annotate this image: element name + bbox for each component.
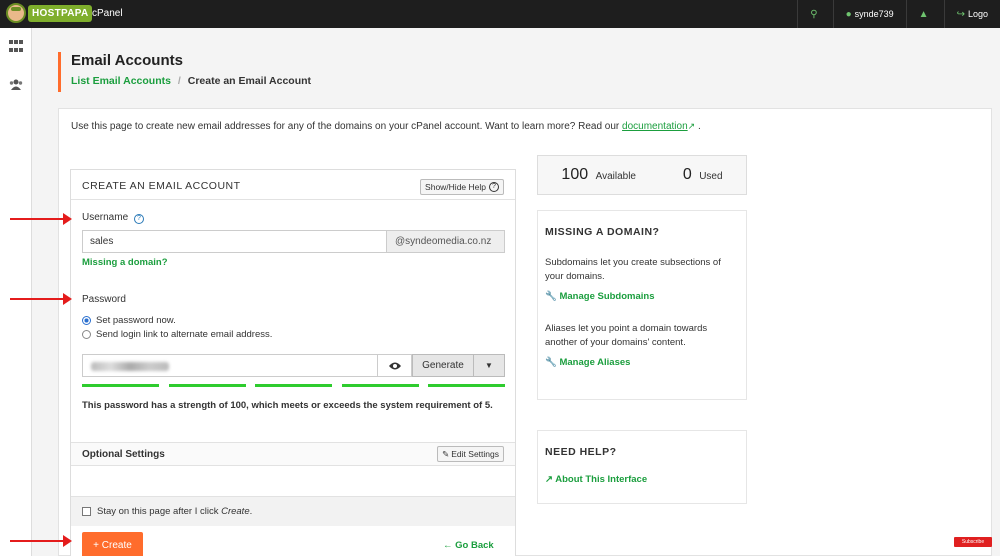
about-this-interface-link[interactable]: ↗ About This Interface [545,474,739,485]
stay-on-page-label: Stay on this page after I click Create. [97,506,253,517]
manage-subdomains-link[interactable]: 🔧 Manage Subdomains [545,291,739,302]
external-link-icon: ↗ [545,474,553,485]
missing-domain-card: MISSING A DOMAIN? Subdomains let you cre… [537,210,747,400]
show-hide-help-button[interactable]: Show/Hide Help ? [420,179,504,195]
mascot-icon [6,3,26,23]
grid-icon[interactable] [9,40,23,54]
missing-domain-title: MISSING A DOMAIN? [545,226,660,238]
subdomains-text: Subdomains let you create subsections of… [545,257,721,282]
need-help-card: NEED HELP? ↗ About This Interface [537,430,747,504]
manage-aliases-link[interactable]: 🔧 Manage Aliases [545,357,739,368]
breadcrumb: List Email Accounts / Create an Email Ac… [71,75,311,87]
notifications-button[interactable]: ▲ [905,0,944,28]
search-icon: ⚲ [810,8,818,20]
annotation-arrow-create [10,535,72,547]
breadcrumb-list-email-accounts[interactable]: List Email Accounts [71,75,171,87]
main-content: Use this page to create new email addres… [58,108,992,556]
strength-segment [255,384,332,387]
arrow-left-icon: ← [443,540,453,551]
username-label: synde739 [854,9,894,19]
breadcrumb-separator: / [177,75,181,87]
optional-settings-title: Optional Settings [82,449,165,460]
logout-label: Logo [967,9,988,19]
breadcrumb-current: Create an Email Account [187,75,312,87]
password-label: Password [82,294,126,305]
page-title: Email Accounts [71,52,183,69]
form-title: CREATE AN EMAIL ACCOUNT [82,180,241,192]
available-stat: 100 Available [561,166,636,184]
wrench-icon: 🔧 [545,291,557,302]
subscribe-badge[interactable]: Subscribe [954,537,992,547]
create-button[interactable]: + Create [82,532,143,556]
search-button[interactable]: ⚲ [797,0,832,28]
username-label: Username ? [82,212,144,224]
password-input[interactable] [82,354,378,377]
masked-password [91,362,169,371]
radio-set-password[interactable]: Set password now. [82,315,176,326]
top-bar: HOSTPAPA cPanel ⚲ ● synde739 ▲ ↪ Logo [0,0,1000,28]
users-icon[interactable] [9,78,23,92]
username-input[interactable]: sales [82,230,387,253]
hostpapa-logo[interactable]: HOSTPAPA [6,2,93,24]
strength-segment [82,384,159,387]
pencil-icon: ✎ [442,448,450,459]
question-icon: ? [489,182,499,192]
strength-segment [168,384,246,387]
app-name: cPanel [92,8,123,19]
aliases-text: Aliases let you point a domain towards a… [545,323,708,348]
need-help-title: NEED HELP? [545,446,617,458]
generate-password-button[interactable]: Generate [412,354,474,377]
user-icon: ● [845,8,852,20]
page-header: Email Accounts List Email Accounts / Cre… [58,52,311,92]
annotation-arrow-password [10,293,72,305]
bell-icon: ▲ [918,8,929,20]
used-stat: 0 Used [683,166,723,184]
wrench-icon: 🔧 [545,357,557,368]
username-help-icon[interactable]: ? [133,214,144,224]
intro-text: Use this page to create new email addres… [71,121,701,132]
used-count: 0 [682,166,692,183]
show-password-button[interactable] [378,354,412,377]
external-link-icon: ↗ [687,121,696,131]
strength-segment [341,384,419,387]
strength-message: This password has a strength of 100, whi… [82,400,493,411]
password-strength-meter [82,384,505,387]
logout-button[interactable]: ↪ Logo [943,0,1000,28]
available-label: Available [595,171,636,182]
annotation-arrow-username [10,213,72,225]
documentation-link[interactable]: documentation [622,121,688,132]
logo-text: HOSTPAPA [28,4,93,22]
domain-select[interactable]: @syndeomedia.co.nz [387,230,505,253]
eye-icon [388,362,401,369]
strength-segment [428,384,505,387]
account-stats: 100 Available 0 Used [537,155,747,195]
go-back-link[interactable]: ← Go Back [443,540,494,551]
available-count: 100 [561,166,589,183]
used-label: Used [699,171,723,182]
left-sidebar [0,28,32,556]
radio-button[interactable] [82,330,91,339]
stay-on-page-row: Stay on this page after I click Create. [71,496,515,526]
logout-icon: ↪ [956,8,965,20]
missing-domain-link[interactable]: Missing a domain? [82,257,168,268]
stay-on-page-checkbox[interactable] [82,507,91,516]
user-menu[interactable]: ● synde739 [832,0,906,28]
edit-settings-button[interactable]: ✎ Edit Settings [437,446,504,462]
create-email-form: CREATE AN EMAIL ACCOUNT Show/Hide Help ?… [70,169,516,556]
form-header: CREATE AN EMAIL ACCOUNT Show/Hide Help ? [71,170,515,200]
radio-button-selected[interactable] [82,316,91,325]
generate-options-dropdown[interactable]: ▼ [474,354,505,377]
caret-down-icon: ▼ [485,361,493,370]
radio-send-login-link[interactable]: Send login link to alternate email addre… [82,329,272,340]
optional-settings-row: Optional Settings ✎ Edit Settings [71,442,515,466]
